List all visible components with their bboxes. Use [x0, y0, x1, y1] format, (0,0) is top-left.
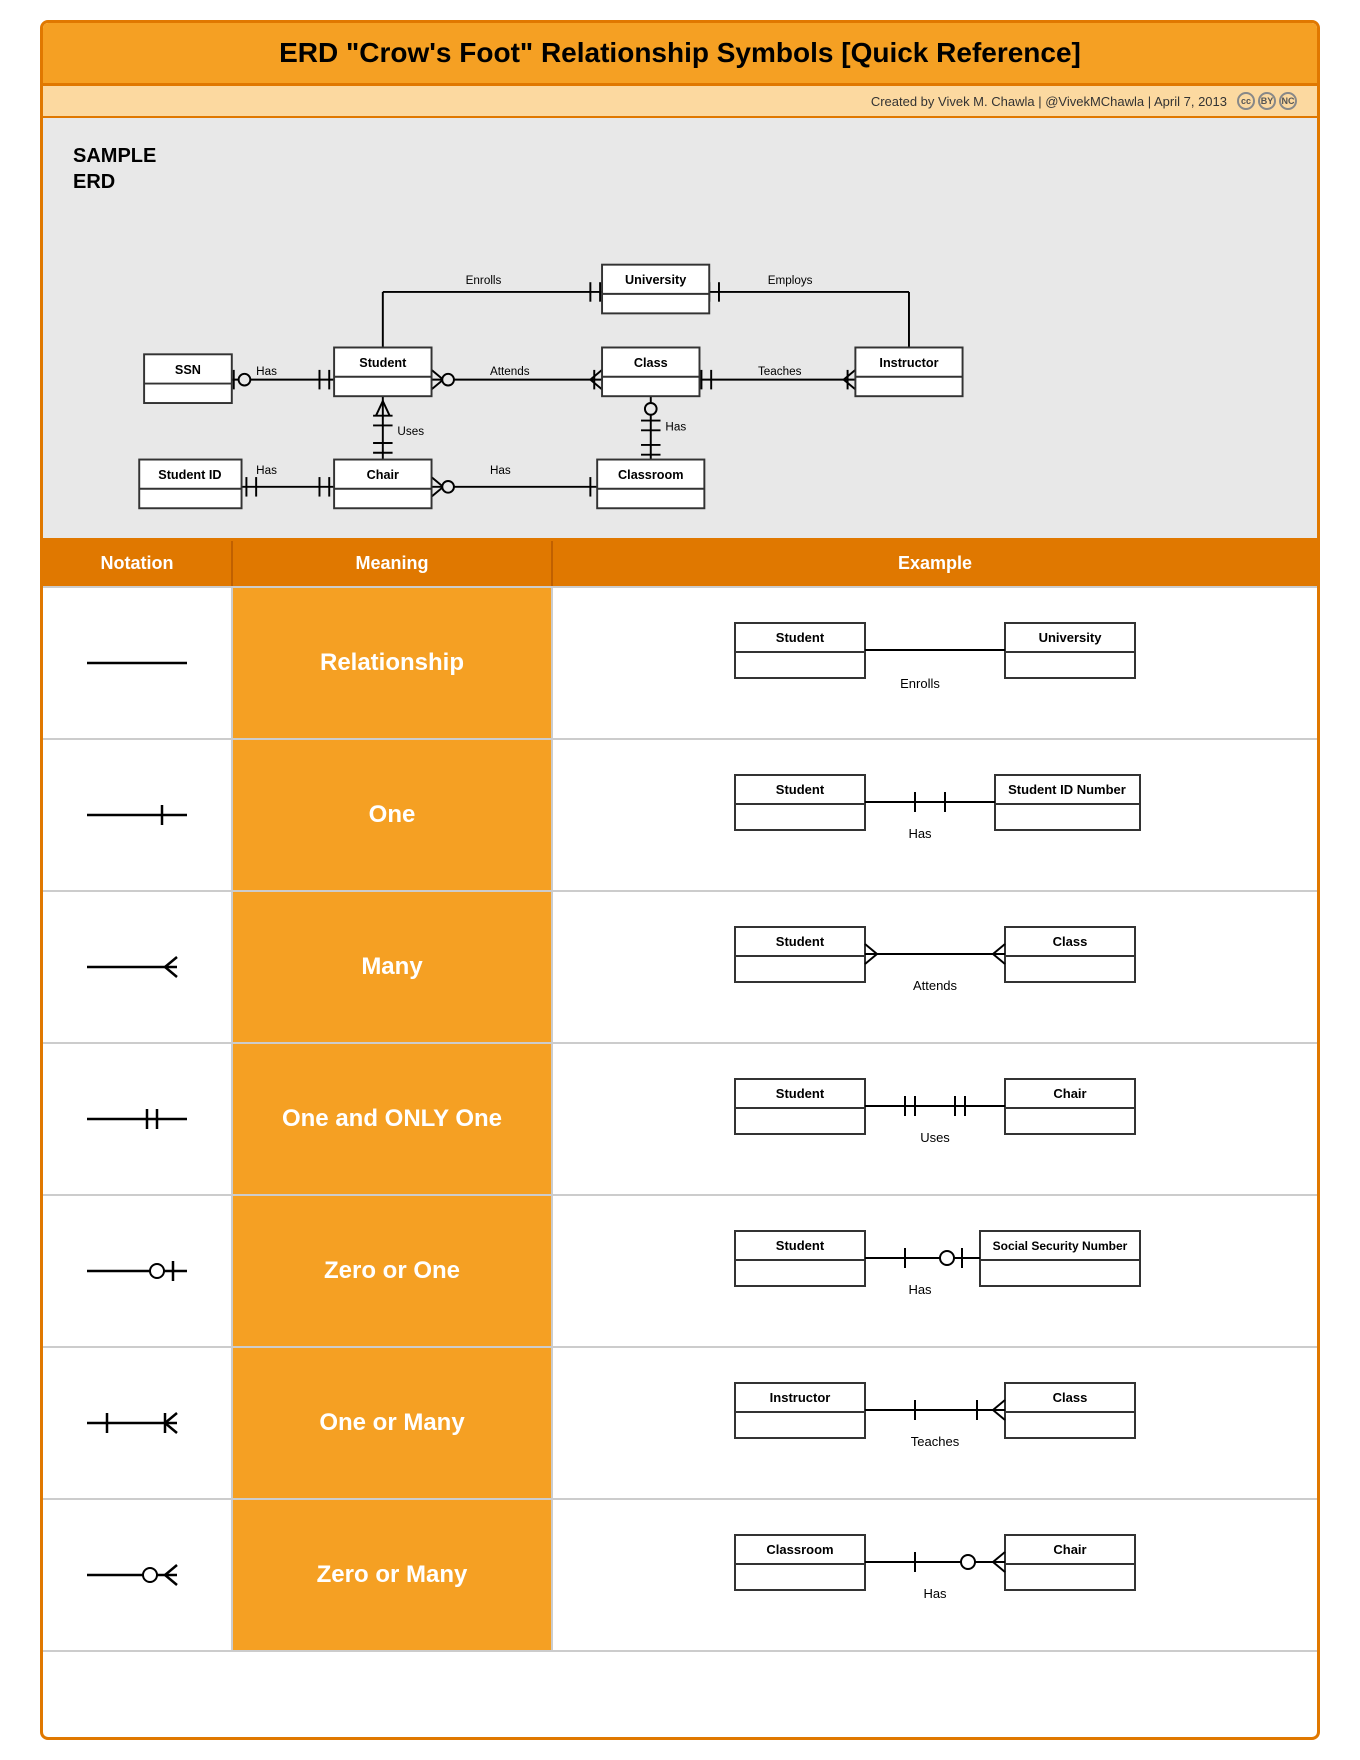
svg-text:Student: Student: [359, 356, 407, 370]
svg-text:Has: Has: [256, 365, 277, 378]
svg-text:Has: Has: [256, 464, 277, 477]
svg-text:Instructor: Instructor: [770, 1390, 831, 1405]
row-one-many: One or Many Instructor Class: [43, 1346, 1317, 1498]
svg-text:Social Security Number: Social Security Number: [993, 1239, 1128, 1253]
svg-text:Enrolls: Enrolls: [466, 274, 502, 287]
notation-zero-one: [43, 1196, 233, 1346]
svg-text:University: University: [625, 273, 686, 287]
main-title: ERD "Crow's Foot" Relationship Symbols […: [279, 37, 1081, 68]
svg-text:Teaches: Teaches: [758, 365, 802, 378]
notation-one: [43, 740, 233, 890]
row-zero-one: Zero or One Student Social Security Numb…: [43, 1194, 1317, 1346]
example-one-only: Student Chair Uses: [553, 1044, 1317, 1194]
svg-text:Student: Student: [776, 934, 825, 949]
svg-text:Uses: Uses: [397, 425, 424, 438]
notation-one-many: [43, 1348, 233, 1498]
notation-zero-many: [43, 1500, 233, 1650]
meaning-one: One: [233, 740, 553, 890]
example-relationship: Student University Enrolls: [553, 588, 1317, 738]
nc-icon: NC: [1279, 92, 1297, 110]
example-many: Student Class Attends: [553, 892, 1317, 1042]
svg-text:Chair: Chair: [367, 468, 399, 482]
subtitle-bar: Created by Vivek M. Chawla | @VivekMChaw…: [43, 86, 1317, 118]
svg-text:Chair: Chair: [1053, 1542, 1086, 1557]
svg-text:Student: Student: [776, 630, 825, 645]
table-header: Notation Meaning Example: [43, 541, 1317, 586]
meaning-zero-many: Zero or Many: [233, 1500, 553, 1650]
svg-text:Attends: Attends: [490, 365, 530, 378]
meaning-zero-one: Zero or One: [233, 1196, 553, 1346]
svg-text:Student ID Number: Student ID Number: [1008, 782, 1126, 797]
svg-text:Classroom: Classroom: [766, 1542, 833, 1557]
meaning-one-many: One or Many: [233, 1348, 553, 1498]
meaning-one-only: One and ONLY One: [233, 1044, 553, 1194]
notation-relationship: [43, 588, 233, 738]
cc-icon: cc: [1237, 92, 1255, 110]
reference-table: Notation Meaning Example Relationship St…: [43, 541, 1317, 1652]
by-icon: BY: [1258, 92, 1276, 110]
row-relationship: Relationship Student University E: [43, 586, 1317, 738]
svg-text:Has: Has: [490, 464, 511, 477]
svg-text:Student ID: Student ID: [158, 468, 221, 482]
notation-many: [43, 892, 233, 1042]
svg-text:Instructor: Instructor: [879, 356, 938, 370]
row-zero-many: Zero or Many Classroom Chair: [43, 1498, 1317, 1652]
erd-svg: Has Has Uses: [73, 138, 1287, 518]
title-bar: ERD "Crow's Foot" Relationship Symbols […: [43, 23, 1317, 86]
cc-icons: cc BY NC: [1237, 92, 1297, 110]
notation-one-only: [43, 1044, 233, 1194]
svg-text:Has: Has: [923, 1586, 947, 1601]
svg-text:Class: Class: [634, 356, 668, 370]
svg-text:SSN: SSN: [175, 363, 201, 377]
svg-text:Student: Student: [776, 782, 825, 797]
svg-text:Chair: Chair: [1053, 1086, 1086, 1101]
example-zero-one: Student Social Security Number Has: [553, 1196, 1317, 1346]
erd-section: SAMPLEERD Has Has: [43, 118, 1317, 541]
svg-text:Class: Class: [1053, 934, 1088, 949]
svg-text:University: University: [1039, 630, 1103, 645]
svg-text:Enrolls: Enrolls: [900, 676, 940, 691]
svg-text:Teaches: Teaches: [911, 1434, 960, 1449]
svg-text:Student: Student: [776, 1086, 825, 1101]
meaning-many: Many: [233, 892, 553, 1042]
subtitle-text: Created by Vivek M. Chawla | @VivekMChaw…: [871, 94, 1227, 109]
header-example: Example: [553, 541, 1317, 586]
row-one: One Student Student ID Number: [43, 738, 1317, 890]
example-one: Student Student ID Number Has: [553, 740, 1317, 890]
svg-text:Employs: Employs: [768, 274, 813, 287]
svg-text:Class: Class: [1053, 1390, 1088, 1405]
svg-text:Uses: Uses: [920, 1130, 950, 1145]
header-notation: Notation: [43, 541, 233, 586]
svg-text:Student: Student: [776, 1238, 825, 1253]
svg-text:Has: Has: [665, 420, 686, 433]
example-one-many: Instructor Class Teaches: [553, 1348, 1317, 1498]
row-one-only: One and ONLY One Student Chair: [43, 1042, 1317, 1194]
meaning-relationship: Relationship: [233, 588, 553, 738]
erd-canvas: Has Has Uses: [73, 138, 1287, 518]
header-meaning: Meaning: [233, 541, 553, 586]
svg-text:Classroom: Classroom: [618, 468, 683, 482]
svg-text:Attends: Attends: [913, 978, 958, 993]
main-container: ERD "Crow's Foot" Relationship Symbols […: [40, 20, 1320, 1740]
row-many: Many Student Class A: [43, 890, 1317, 1042]
example-zero-many: Classroom Chair Has: [553, 1500, 1317, 1650]
svg-text:Has: Has: [908, 826, 932, 841]
svg-text:Has: Has: [908, 1282, 932, 1297]
